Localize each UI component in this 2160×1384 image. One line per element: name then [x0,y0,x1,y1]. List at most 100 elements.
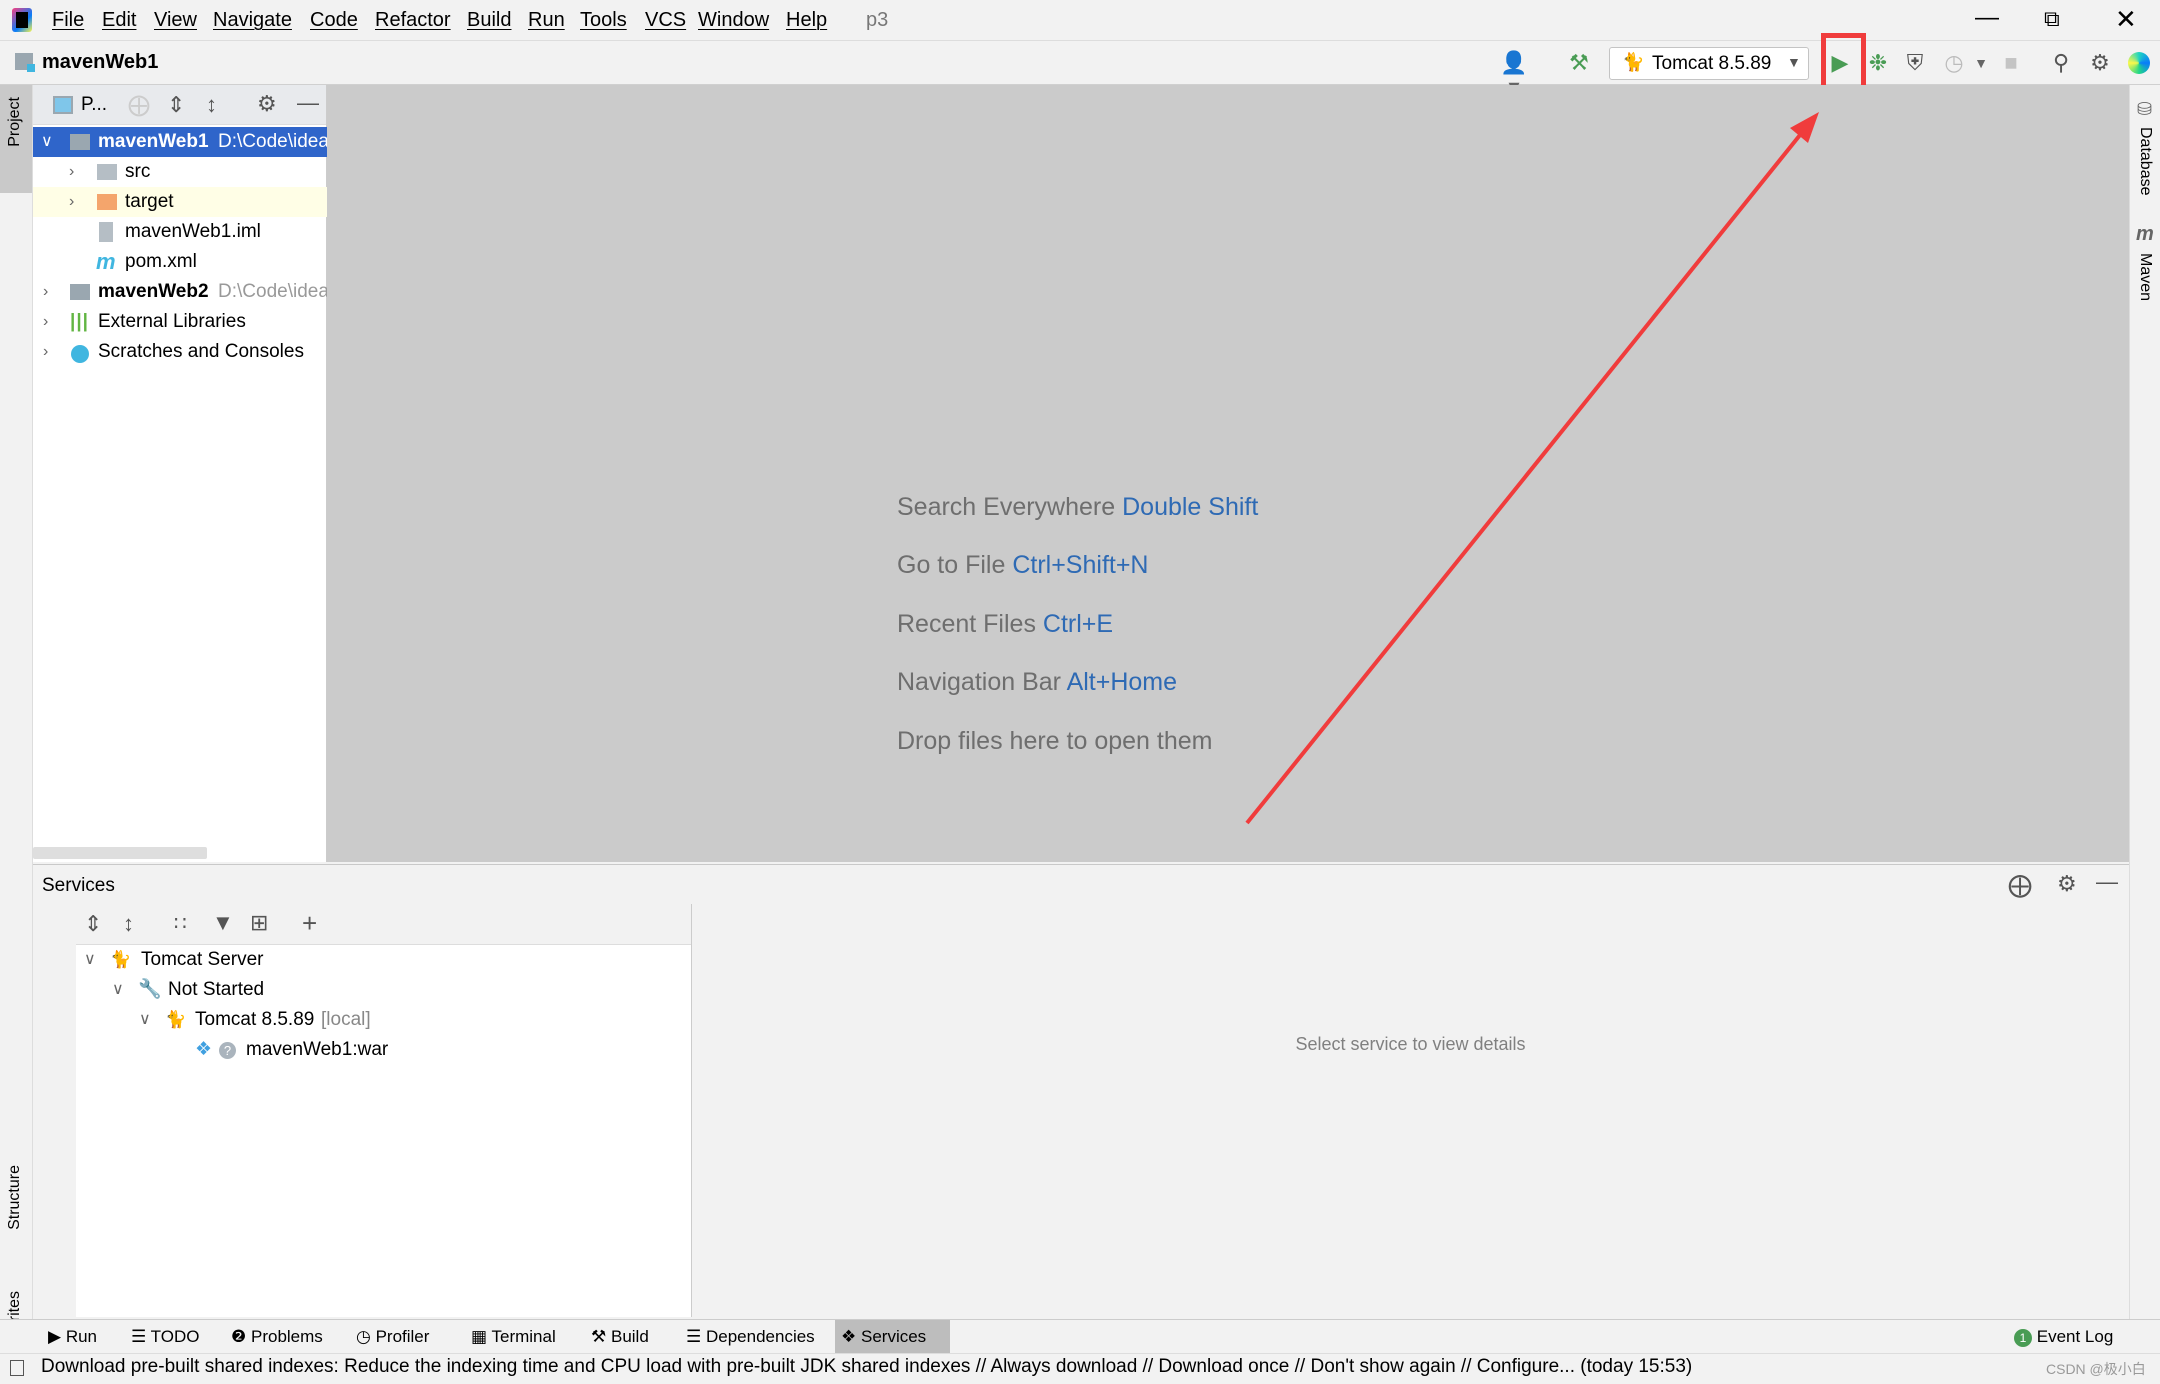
service-tomcat-local[interactable]: ∨ 🐈 Tomcat 8.5.89 [local] [76,1005,692,1035]
annotation-highlight-box [1821,33,1866,92]
tree-item-external-libraries[interactable]: › ||| External Libraries [33,307,327,337]
tomcat-icon: 🐈 [1622,52,1645,72]
debug-bug-icon[interactable]: ❉ [1864,51,1892,75]
run-config-label: Tomcat 8.5.89 [1652,53,1772,74]
group-by-icon[interactable]: ∷ [174,911,187,936]
tab-services[interactable]: ❖ Services [835,1320,950,1353]
hide-icon[interactable]: — [297,90,319,116]
hint-go-to-file: Go to File Ctrl+Shift+N [897,551,1149,579]
service-artifact[interactable]: ❖ ? mavenWeb1:war [76,1035,692,1065]
scratches-icon [71,345,89,363]
filter-icon[interactable]: ▼ [212,910,234,936]
intellij-logo-icon [12,8,32,32]
menu-file[interactable]: File [52,9,84,32]
locate-icon[interactable]: ⨁ [2008,871,2032,900]
locate-icon[interactable]: ⨁ [128,92,150,118]
tab-problems[interactable]: ❷ Problems [225,1320,329,1353]
chevron-down-icon: ▼ [1787,54,1801,70]
build-hammer-icon[interactable]: ⚒ [1565,51,1593,75]
menu-window[interactable]: Window [698,9,769,32]
stop-icon[interactable]: ■ [1997,51,2025,75]
service-label: Not Started [168,979,265,1000]
tree-item-target[interactable]: › target [33,187,327,217]
menu-code[interactable]: Code [310,9,358,32]
tree-item-pom[interactable]: m pom.xml [33,247,327,277]
menu-help[interactable]: Help [786,9,827,32]
tree-item-src[interactable]: › src [33,157,327,187]
status-toggle-icon[interactable] [10,1360,24,1376]
menu-view[interactable]: View [154,9,197,32]
tab-label: Services [860,1327,927,1346]
menu-tools[interactable]: Tools [580,9,627,32]
tree-item-label: External Libraries [98,311,246,332]
editor-empty-area: Search Everywhere Double Shift Go to Fil… [327,85,2129,862]
expand-all-icon[interactable]: ⇕ [167,92,185,118]
terminal-icon: ▦ [471,1327,488,1346]
service-suffix: [local] [321,1009,371,1030]
status-message[interactable]: Download pre-built shared indexes: Reduc… [41,1354,1692,1380]
favorites-tool-tab[interactable]: Favorites ★ [0,1205,32,1383]
chevron-down-icon[interactable]: ▼ [1967,51,1995,75]
gear-icon[interactable]: ⚙ [257,91,277,117]
jetbrains-toolbox-icon[interactable] [2128,52,2150,74]
gear-icon[interactable]: ⚙ [2086,51,2114,75]
hint-drop-files: Drop files here to open them [897,727,1213,755]
menu-vcs[interactable]: VCS [645,9,686,32]
tree-item-mavenweb2[interactable]: › mavenWeb2 D:\Code\idea [33,277,327,307]
menu-refactor[interactable]: Refactor [375,9,451,32]
tab-build[interactable]: ⚒ Build [585,1320,655,1353]
tab-profiler[interactable]: ◷ Profiler [350,1320,435,1353]
breadcrumb[interactable]: mavenWeb1 [42,51,158,74]
menu-run[interactable]: Run [528,9,565,32]
hint-navigation-bar: Navigation Bar Alt+Home [897,668,1178,696]
tree-item-label: mavenWeb2 [98,281,209,302]
collapse-all-icon[interactable]: ↕ [123,911,134,937]
tab-label: Dependencies [705,1327,815,1346]
coverage-icon[interactable]: ⛨ [1901,51,1929,75]
service-tomcat-server[interactable]: ∨ 🐈 Tomcat Server [76,945,692,975]
horizontal-scrollbar[interactable] [33,847,207,859]
tomcat-icon: 🐈 [165,1010,187,1029]
database-tool-tab[interactable]: Database [2136,127,2154,196]
menu-build[interactable]: Build [467,9,511,32]
service-label: Tomcat Server [141,949,264,970]
tab-run[interactable]: ▶ Run [42,1320,103,1353]
add-service-icon[interactable]: + [302,908,317,939]
run-config-dropdown[interactable]: 🐈 Tomcat 8.5.89 ▼ [1609,47,1809,80]
minimize-button[interactable]: — [1975,4,1999,32]
tree-item-mavenweb1[interactable]: ∨ mavenWeb1 D:\Code\idea [33,127,327,157]
folder-icon [97,164,117,180]
tree-item-iml[interactable]: mavenWeb1.iml [33,217,327,247]
menu-edit[interactable]: Edit [102,9,136,32]
event-log-button[interactable]: 1 Event Log [2008,1320,2119,1353]
restore-button[interactable]: ⧉ [2044,6,2060,32]
project-view-selector[interactable]: P... [81,94,107,116]
menu-navigate[interactable]: Navigate [213,9,292,32]
tree-item-label: target [125,191,174,212]
tab-terminal[interactable]: ▦ Terminal [465,1320,562,1353]
new-tab-icon[interactable]: ⊞ [250,910,268,936]
tree-item-scratches[interactable]: › Scratches and Consoles [33,337,327,367]
tab-todo[interactable]: ☰ TODO [125,1320,205,1353]
module-folder-icon [70,284,90,300]
expand-all-icon[interactable]: ⇕ [84,911,102,937]
services-tree-panel: ⇕ ↕ ∷ ▼ ⊞ + ∨ 🐈 Tomcat Server ∨ 🔧 Not St… [76,904,692,1317]
service-label: Tomcat 8.5.89 [195,1009,315,1030]
hide-icon[interactable]: — [2096,869,2118,895]
tree-item-path: D:\Code\idea [218,281,327,302]
search-icon[interactable]: ⚲ [2047,51,2075,75]
gear-icon[interactable]: ⚙ [2057,871,2077,897]
close-button[interactable]: ✕ [2115,4,2137,35]
tab-dependencies[interactable]: ☰ Dependencies [680,1320,821,1353]
tab-label: Build [610,1327,649,1346]
project-tool-tab[interactable]: Project [0,85,32,193]
maven-tool-tab[interactable]: Maven [2136,253,2154,301]
service-not-started[interactable]: ∨ 🔧 Not Started [76,975,692,1005]
tree-item-path: D:\Code\idea [218,131,327,152]
tree-item-label: mavenWeb1 [98,131,209,152]
project-view-icon [53,96,73,114]
services-gutter [33,904,76,1317]
folder-icon [15,53,35,72]
collapse-all-icon[interactable]: ↕ [206,92,217,118]
profile-icon[interactable]: ◷ [1940,51,1968,75]
